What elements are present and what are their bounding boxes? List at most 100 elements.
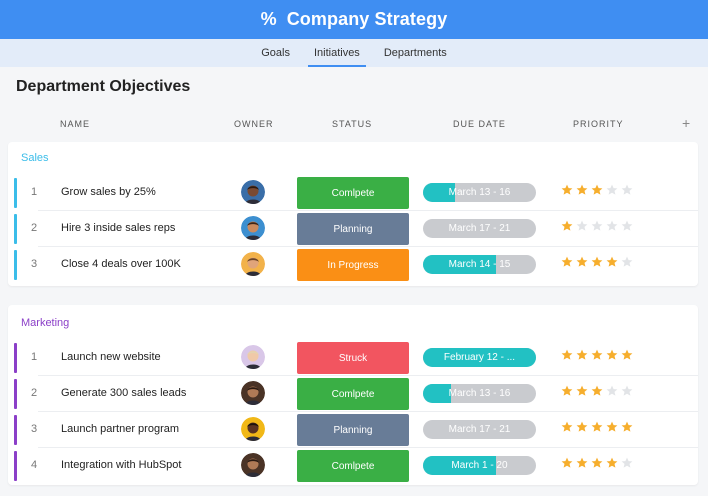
due-date-bar[interactable]: March 17 - 21 <box>423 219 536 238</box>
due-date-bar[interactable]: March 14 - 15 <box>423 255 536 274</box>
main-content: Department Objectives NAME OWNER STATUS … <box>0 67 708 496</box>
owner-avatar[interactable] <box>241 345 265 369</box>
column-header-priority[interactable]: PRIORITY <box>573 119 624 129</box>
row-number: 3 <box>31 258 38 270</box>
star-icon[interactable] <box>606 220 618 232</box>
star-icon[interactable] <box>561 349 573 361</box>
star-icon[interactable] <box>606 421 618 433</box>
column-header-owner[interactable]: OWNER <box>234 119 274 129</box>
due-date-bar[interactable]: March 13 - 16 <box>423 384 536 403</box>
table-row[interactable]: 1 Launch new website Struck February 12 - .… <box>8 340 698 376</box>
priority-rating[interactable] <box>561 184 633 196</box>
status-badge[interactable]: Comlpete <box>297 177 409 209</box>
star-icon[interactable] <box>621 349 633 361</box>
tab-departments[interactable]: Departments <box>372 39 459 67</box>
star-icon[interactable] <box>561 385 573 397</box>
app-title: Company Strategy <box>286 9 448 29</box>
priority-rating[interactable] <box>561 349 633 361</box>
star-icon[interactable] <box>576 457 588 469</box>
priority-rating[interactable] <box>561 385 633 397</box>
status-badge[interactable]: Planning <box>297 414 409 446</box>
row-number: 2 <box>31 222 38 234</box>
star-icon[interactable] <box>621 220 633 232</box>
star-icon[interactable] <box>591 256 603 268</box>
owner-avatar[interactable] <box>241 381 265 405</box>
objective-name[interactable]: Launch partner program <box>61 423 179 435</box>
star-icon[interactable] <box>561 184 573 196</box>
due-date-label: March 17 - 21 <box>448 424 511 435</box>
owner-avatar[interactable] <box>241 453 265 477</box>
star-icon[interactable] <box>591 349 603 361</box>
objective-name[interactable]: Close 4 deals over 100K <box>61 258 181 270</box>
star-icon[interactable] <box>591 184 603 196</box>
star-icon[interactable] <box>576 349 588 361</box>
status-badge[interactable]: Comlpete <box>297 378 409 410</box>
due-date-label: March 14 - 15 <box>448 259 511 270</box>
star-icon[interactable] <box>606 349 618 361</box>
star-icon[interactable] <box>561 457 573 469</box>
star-icon[interactable] <box>591 457 603 469</box>
star-icon[interactable] <box>621 184 633 196</box>
priority-rating[interactable] <box>561 421 633 433</box>
column-header-name[interactable]: NAME <box>60 119 90 129</box>
table-row[interactable]: 3 Launch partner program Planning March 17 … <box>8 412 698 448</box>
table-row[interactable]: 3 Close 4 deals over 100K In Progress March… <box>8 247 698 283</box>
percent-icon: % <box>260 9 277 29</box>
plus-icon[interactable]: + <box>682 115 690 131</box>
status-badge[interactable]: Planning <box>297 213 409 245</box>
due-date-bar[interactable]: March 1 - 20 <box>423 456 536 475</box>
table-row[interactable]: 4 Integration with HubSpot Comlpete March 1… <box>8 448 698 484</box>
row-color-bar <box>14 214 17 244</box>
star-icon[interactable] <box>606 385 618 397</box>
priority-rating[interactable] <box>561 220 633 232</box>
star-icon[interactable] <box>576 220 588 232</box>
tab-goals[interactable]: Goals <box>249 39 302 67</box>
star-icon[interactable] <box>621 457 633 469</box>
owner-avatar[interactable] <box>241 216 265 240</box>
table-row[interactable]: 2 Hire 3 inside sales reps Planning March 1… <box>8 211 698 247</box>
star-icon[interactable] <box>576 421 588 433</box>
section-sales: Sales 1 Grow sales by 25% Comlpete March 13… <box>8 142 698 286</box>
column-header-status[interactable]: STATUS <box>332 119 372 129</box>
star-icon[interactable] <box>561 220 573 232</box>
due-date-bar[interactable]: March 17 - 21 <box>423 420 536 439</box>
due-date-bar[interactable]: March 13 - 16 <box>423 183 536 202</box>
table-row[interactable]: 2 Generate 300 sales leads Comlpete March 1… <box>8 376 698 412</box>
owner-avatar[interactable] <box>241 252 265 276</box>
section-title[interactable]: Marketing <box>21 317 69 329</box>
star-icon[interactable] <box>591 220 603 232</box>
owner-avatar[interactable] <box>241 417 265 441</box>
status-badge[interactable]: In Progress <box>297 249 409 281</box>
star-icon[interactable] <box>576 385 588 397</box>
star-icon[interactable] <box>621 385 633 397</box>
owner-avatar[interactable] <box>241 180 265 204</box>
row-color-bar <box>14 250 17 280</box>
star-icon[interactable] <box>591 421 603 433</box>
row-color-bar <box>14 415 17 445</box>
column-header-due-date[interactable]: DUE DATE <box>453 119 506 129</box>
section-title[interactable]: Sales <box>21 152 49 164</box>
objective-name[interactable]: Hire 3 inside sales reps <box>61 222 175 234</box>
due-date-bar[interactable]: February 12 - ... <box>423 348 536 367</box>
star-icon[interactable] <box>621 421 633 433</box>
priority-rating[interactable] <box>561 457 633 469</box>
tab-initiatives[interactable]: Initiatives <box>302 39 372 67</box>
status-badge[interactable]: Comlpete <box>297 450 409 482</box>
star-icon[interactable] <box>561 256 573 268</box>
objective-name[interactable]: Generate 300 sales leads <box>61 387 186 399</box>
star-icon[interactable] <box>606 256 618 268</box>
star-icon[interactable] <box>606 184 618 196</box>
priority-rating[interactable] <box>561 256 633 268</box>
status-badge[interactable]: Struck <box>297 342 409 374</box>
objective-name[interactable]: Integration with HubSpot <box>61 459 181 471</box>
star-icon[interactable] <box>606 457 618 469</box>
star-icon[interactable] <box>561 421 573 433</box>
row-color-bar <box>14 178 17 208</box>
star-icon[interactable] <box>591 385 603 397</box>
objective-name[interactable]: Grow sales by 25% <box>61 186 156 198</box>
star-icon[interactable] <box>576 184 588 196</box>
objective-name[interactable]: Launch new website <box>61 351 161 363</box>
star-icon[interactable] <box>576 256 588 268</box>
table-row[interactable]: 1 Grow sales by 25% Comlpete March 13 - 16 <box>8 175 698 211</box>
star-icon[interactable] <box>621 256 633 268</box>
